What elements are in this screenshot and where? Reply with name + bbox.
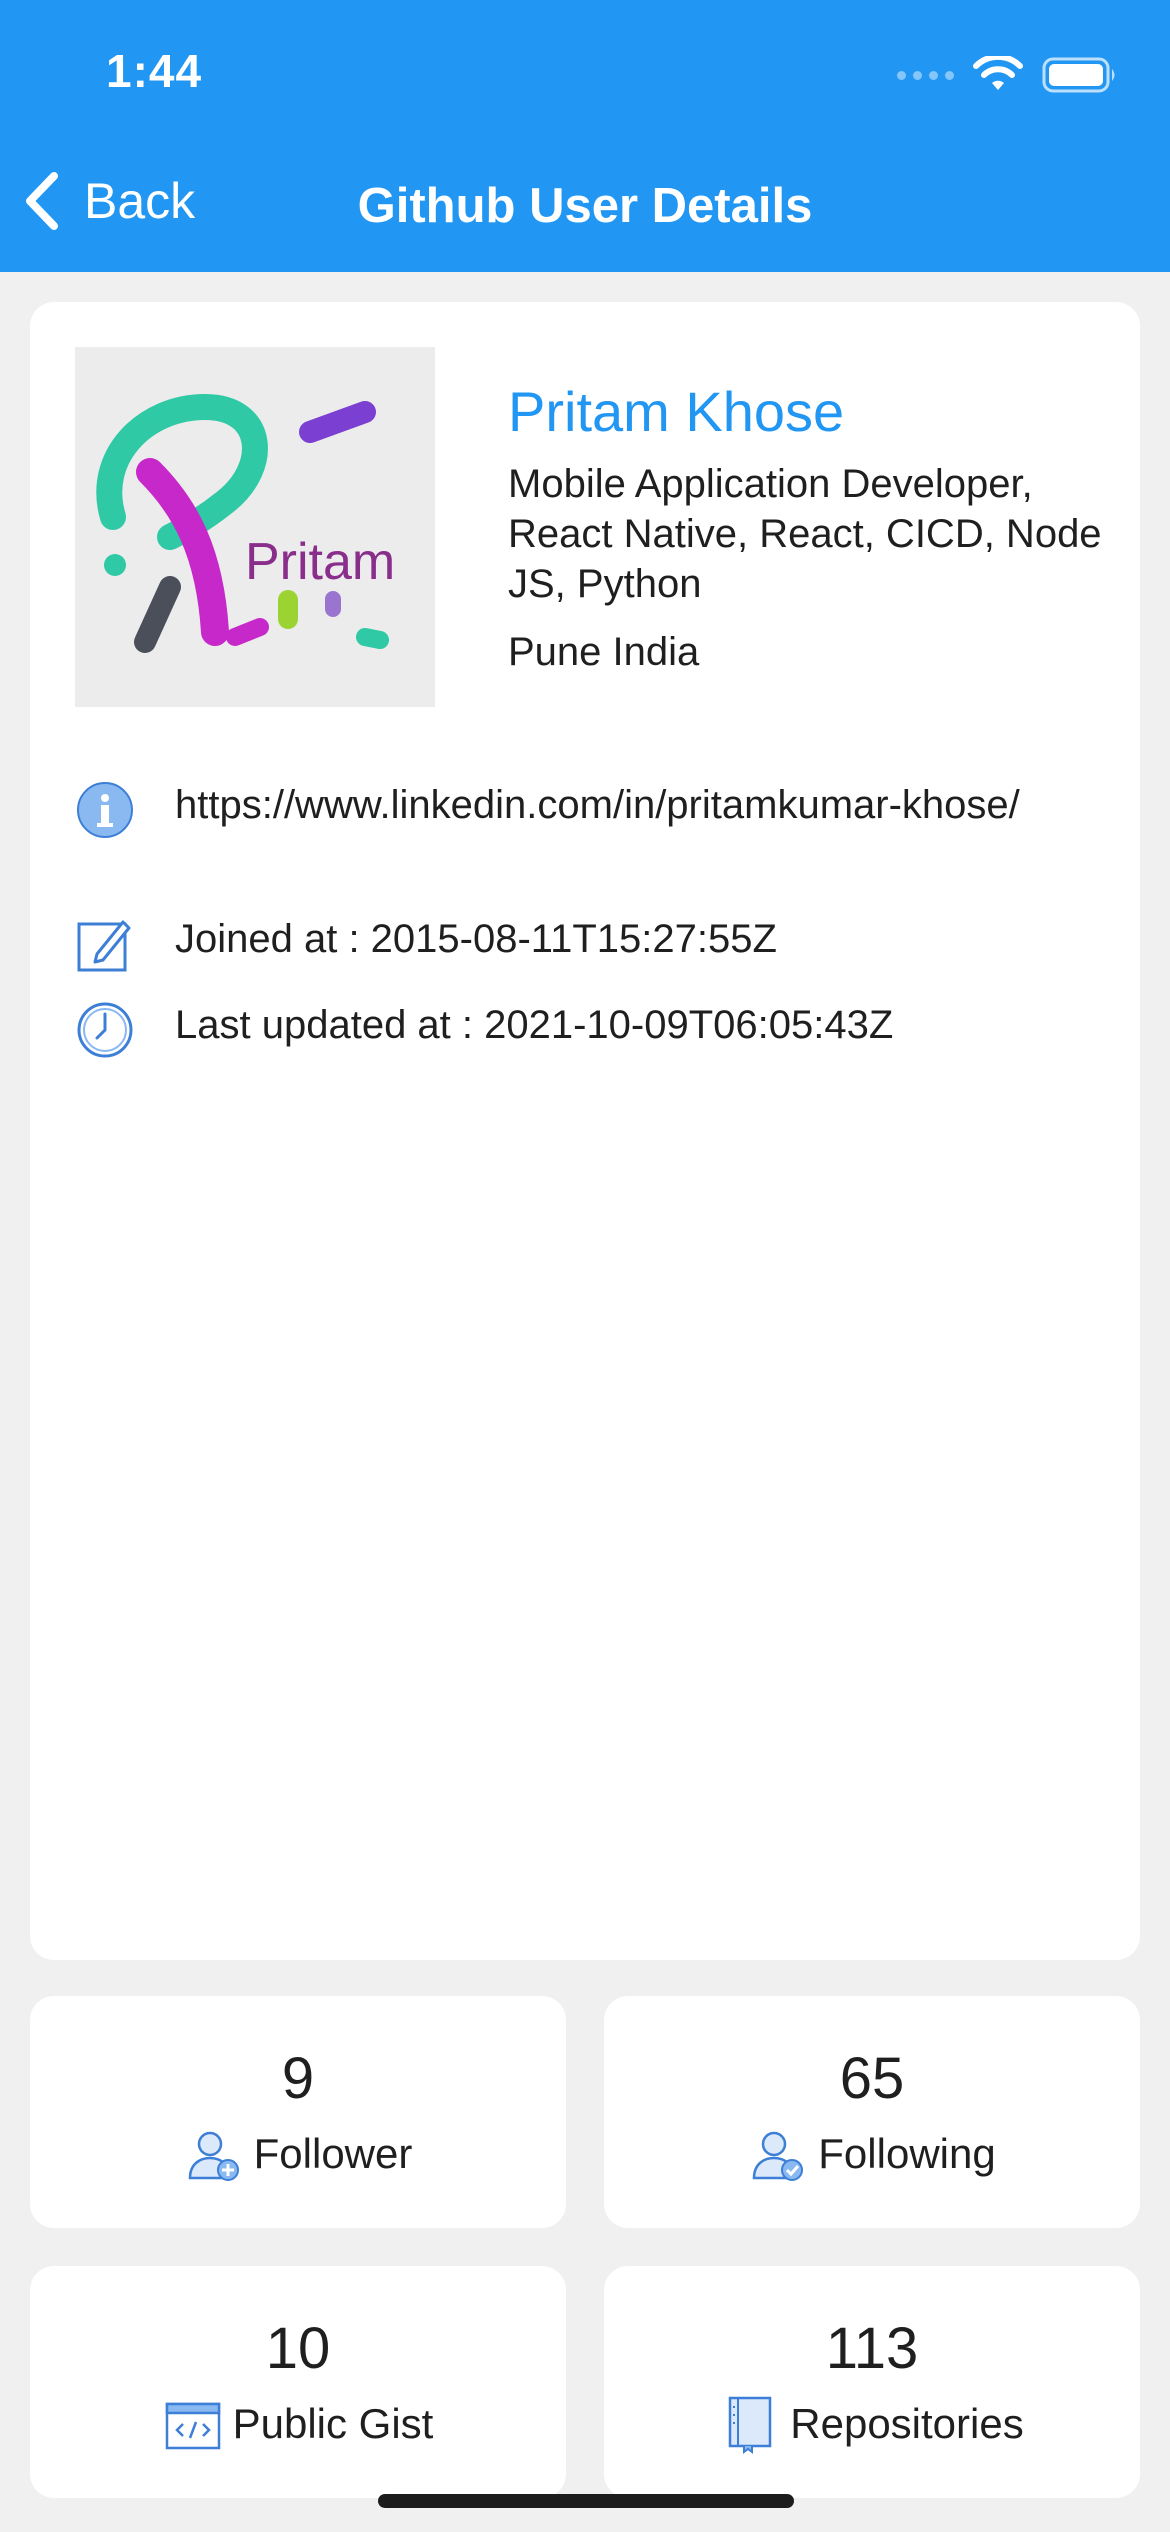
battery-icon [1042,57,1115,93]
info-icon [75,780,135,840]
following-card[interactable]: 65 Following [604,1996,1140,2228]
updated-date: Last updated at : 2021-10-09T06:05:43Z [175,1003,894,1047]
profile-info: Pritam Khose Mobile Application Develope… [508,377,1108,677]
user-add-icon [188,2131,239,2181]
followers-label: Follower [253,2130,413,2177]
repos-card[interactable]: 113 Repositories [604,2266,1140,2498]
gists-label: Public Gist [232,2400,434,2447]
profile-name: Pritam Khose [508,380,845,443]
joined-date: Joined at : 2015-08-11T15:27:55Z [175,917,777,961]
website-row[interactable]: https://www.linkedin.com/in/pritamkumar-… [75,780,1095,840]
following-count: 65 [839,2046,905,2111]
gists-count: 10 [265,2316,331,2381]
header-bar: 1:44 Back Github User Details [0,0,1170,272]
cellular-signal-icon [897,70,954,80]
profile-bio: Mobile Application Developer, React Nati… [508,462,1102,606]
wifi-icon [973,56,1023,90]
followers-count: 9 [281,2046,315,2111]
code-window-icon [165,2402,220,2450]
joined-row: Joined at : 2015-08-11T15:27:55Z [75,914,1095,974]
clock-icon [75,1000,135,1060]
repos-count: 113 [825,2316,919,2381]
user-check-icon [753,2131,804,2181]
repos-label: Repositories [790,2400,1024,2447]
status-icons [897,56,1118,94]
book-icon [729,2396,772,2454]
gists-card[interactable]: 10 Public Gist [30,2266,566,2498]
home-indicator[interactable] [378,2494,794,2508]
profile-location: Pune India [508,630,700,674]
avatar-logo-image: Pritam [75,347,435,707]
followers-card[interactable]: 9 Follower [30,1996,566,2228]
avatar: Pritam [75,347,435,707]
edit-icon [75,914,135,974]
status-time: 1:44 [106,45,203,97]
following-label: Following [818,2130,996,2177]
website-link[interactable]: https://www.linkedin.com/in/pritamkumar-… [175,780,1020,830]
avatar-wordmark: Pritam [245,533,395,591]
profile-card: Pritam Pritam Khose Mobile Application D… [30,302,1140,1960]
page-title: Github User Details [357,179,813,233]
updated-row: Last updated at : 2021-10-09T06:05:43Z [75,1000,1095,1060]
